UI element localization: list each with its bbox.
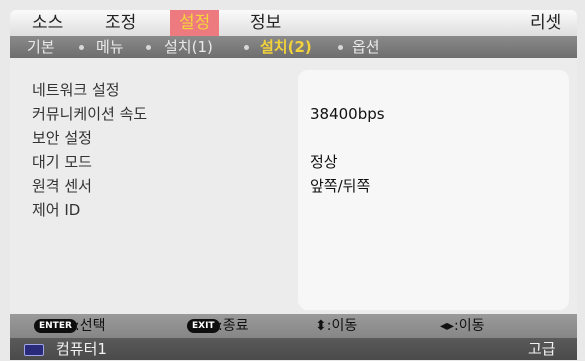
help-updown-move-text: ⬍:이동	[315, 318, 358, 334]
setting-value-remote-sensor[interactable]: 앞쪽/뒤쪽	[310, 176, 370, 196]
help-leftright-move-text: ◂▸:이동	[440, 318, 485, 334]
separator-dot	[79, 45, 84, 50]
exit-key-icon: EXIT	[187, 319, 220, 333]
separator-dot	[146, 45, 151, 50]
status-bar: 컴퓨터1 고급	[10, 338, 577, 360]
subtab-options[interactable]: 옵션	[352, 36, 380, 58]
menu-tab-source[interactable]: 소스	[32, 10, 63, 36]
computer-input-icon	[24, 344, 44, 356]
setting-label-remote-sensor[interactable]: 원격 센서	[32, 176, 92, 196]
menu-mode-text: 고급	[528, 340, 556, 358]
projector-osd-menu: 소스 조정 설정 정보 리셋 기본 메뉴 설치(1) 설치(2) 옵션 네트워크…	[0, 0, 585, 361]
setting-label-control-id[interactable]: 제어 ID	[32, 200, 80, 220]
input-source-text: 컴퓨터1	[56, 340, 107, 358]
setting-value-comm-speed[interactable]: 38400bps	[310, 104, 385, 124]
subtab-install-2[interactable]: 설치(2)	[260, 36, 312, 58]
subtab-basic[interactable]: 기본	[27, 36, 55, 58]
separator-dot	[338, 45, 343, 50]
subtab-install-1[interactable]: 설치(1)	[164, 36, 213, 58]
settings-panel: 네트워크 설정 커뮤니케이션 속도 38400bps 보안 설정 대기 모드 정…	[10, 58, 577, 314]
menu-tab-reset[interactable]: 리셋	[530, 10, 561, 36]
sub-tab-bar: 기본 메뉴 설치(1) 설치(2) 옵션	[10, 36, 577, 58]
setting-value-standby-mode[interactable]: 정상	[310, 152, 338, 172]
setting-label-comm-speed[interactable]: 커뮤니케이션 속도	[32, 104, 147, 124]
help-bar: ENTER :선택 EXIT :종료 ⬍:이동 ◂▸:이동	[10, 314, 577, 338]
help-select-text: :선택	[75, 318, 106, 334]
help-exit-text: :종료	[218, 318, 249, 334]
menu-tab-adjust[interactable]: 조정	[105, 10, 136, 36]
setting-label-security[interactable]: 보안 설정	[32, 128, 92, 148]
menu-tab-setup[interactable]: 설정	[170, 10, 220, 36]
subtab-menu[interactable]: 메뉴	[96, 36, 124, 58]
setting-label-standby-mode[interactable]: 대기 모드	[32, 152, 92, 172]
menu-tab-info[interactable]: 정보	[250, 10, 281, 36]
setting-label-network[interactable]: 네트워크 설정	[32, 80, 120, 100]
enter-key-icon: ENTER	[34, 319, 77, 333]
menu-bar: 소스 조정 설정 정보 리셋	[10, 10, 577, 36]
separator-dot	[244, 45, 249, 50]
